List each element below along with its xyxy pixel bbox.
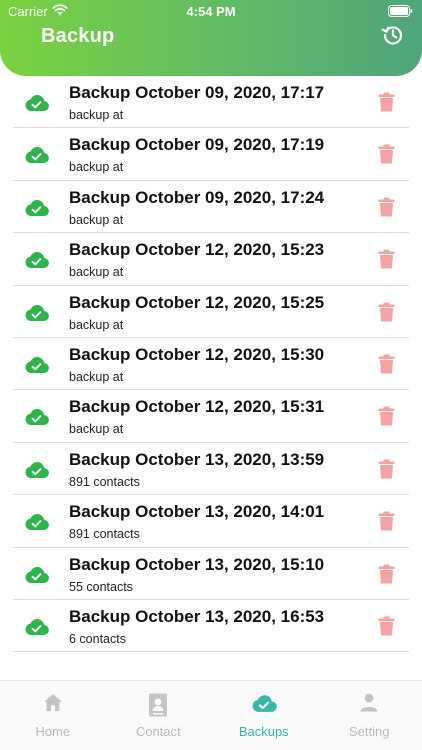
delete-button[interactable] (378, 564, 395, 584)
cloud-check-icon (25, 356, 49, 373)
backup-subtitle: backup at (69, 212, 124, 227)
cloud-check-icon (25, 95, 49, 112)
delete-button[interactable] (378, 511, 395, 531)
backup-subtitle: 891 contacts (69, 527, 140, 542)
tab-backups[interactable]: Backups (211, 681, 317, 750)
status-time: 4:54 PM (186, 4, 236, 19)
backup-subtitle: backup at (69, 422, 124, 437)
backup-subtitle: backup at (69, 108, 124, 122)
delete-button[interactable] (378, 406, 395, 426)
delete-button[interactable] (378, 459, 395, 479)
backup-title: Backup October 09, 2020, 17:17 (69, 83, 325, 102)
status-bar: Carrier 4:54 PM (0, 0, 422, 22)
cloud-check-icon (25, 461, 49, 478)
delete-button[interactable] (378, 92, 395, 112)
backup-title: Backup October 09, 2020, 17:19 (69, 135, 325, 155)
page-title: Backup (41, 25, 115, 47)
backup-subtitle: 6 contacts (69, 631, 126, 646)
backup-title: Backup October 13, 2020, 13:59 (69, 449, 325, 469)
tab-setting[interactable]: Setting (317, 681, 422, 750)
backup-subtitle: backup at (69, 265, 124, 280)
backup-title: Backup October 12, 2020, 15:31 (69, 397, 325, 417)
backup-subtitle: 55 contacts (69, 579, 133, 594)
contact-book-icon (149, 693, 168, 717)
backup-subtitle: backup at (69, 160, 124, 175)
backup-subtitle: backup at (69, 369, 124, 384)
delete-button[interactable] (378, 302, 395, 322)
tab-label: Home (35, 724, 71, 739)
tab-label: Contact (135, 724, 181, 739)
tab-label: Setting (349, 724, 390, 739)
delete-button[interactable] (378, 249, 395, 269)
backup-row[interactable]: Backup October 13, 2020, 16:53 6 contact… (0, 600, 422, 653)
backup-title: Backup October 12, 2020, 15:25 (69, 292, 325, 312)
backup-row[interactable]: Backup October 12, 2020, 15:25 backup at (0, 286, 422, 339)
cloud-check-icon (25, 409, 49, 426)
backup-row[interactable]: Backup October 12, 2020, 15:23 backup at (0, 233, 422, 286)
delete-button[interactable] (378, 144, 395, 164)
backup-list: Backup October 09, 2020, 17:17 backup at… (0, 76, 422, 653)
cloud-check-icon (25, 147, 49, 164)
cloud-check-icon (25, 199, 49, 216)
delete-button[interactable] (378, 197, 395, 217)
backup-row[interactable]: Backup October 09, 2020, 17:19 backup at (0, 128, 422, 182)
history-icon (381, 26, 403, 45)
backup-row[interactable]: Backup October 13, 2020, 14:01 891 conta… (0, 495, 422, 548)
battery-icon (388, 5, 413, 17)
tab-contact[interactable]: Contact (106, 681, 212, 750)
tab-bar: Home Contact Backups Setting (0, 680, 422, 750)
home-icon (43, 694, 62, 711)
backup-row[interactable]: Backup October 09, 2020, 17:17 backup at (0, 76, 422, 129)
backup-title: Backup October 13, 2020, 14:01 (69, 502, 325, 522)
history-button[interactable] (380, 22, 406, 48)
backup-row[interactable]: Backup October 12, 2020, 15:30 backup at (0, 338, 422, 391)
backup-title: Backup October 09, 2020, 17:24 (69, 187, 325, 207)
tab-label: Backups (238, 724, 289, 739)
backup-row[interactable]: Backup October 12, 2020, 15:31 backup at (0, 390, 422, 444)
tab-home[interactable]: Home (0, 681, 106, 750)
backup-subtitle: backup at (69, 317, 124, 332)
cloud-check-icon (25, 514, 49, 531)
backup-subtitle: 891 contacts (69, 474, 140, 489)
backup-row[interactable]: Backup October 09, 2020, 17:24 backup at (0, 181, 422, 234)
delete-button[interactable] (378, 354, 395, 374)
cloud-check-icon (25, 252, 49, 269)
cloud-check-icon (25, 618, 49, 635)
cloud-check-icon (252, 695, 277, 712)
app-header: Carrier 4:54 PM Backup (0, 0, 422, 76)
backup-title: Backup October 12, 2020, 15:30 (69, 344, 325, 364)
backup-title: Backup October 13, 2020, 16:53 (69, 606, 325, 626)
backup-title: Backup October 13, 2020, 15:10 (69, 554, 325, 574)
cloud-check-icon (25, 566, 49, 583)
backup-row[interactable]: Backup October 13, 2020, 13:59 891 conta… (0, 443, 422, 496)
backup-row[interactable]: Backup October 13, 2020, 15:10 55 contac… (0, 548, 422, 601)
delete-button[interactable] (378, 616, 395, 636)
person-icon (360, 693, 378, 712)
cloud-check-icon (25, 304, 49, 321)
backup-title: Backup October 12, 2020, 15:23 (69, 240, 325, 260)
